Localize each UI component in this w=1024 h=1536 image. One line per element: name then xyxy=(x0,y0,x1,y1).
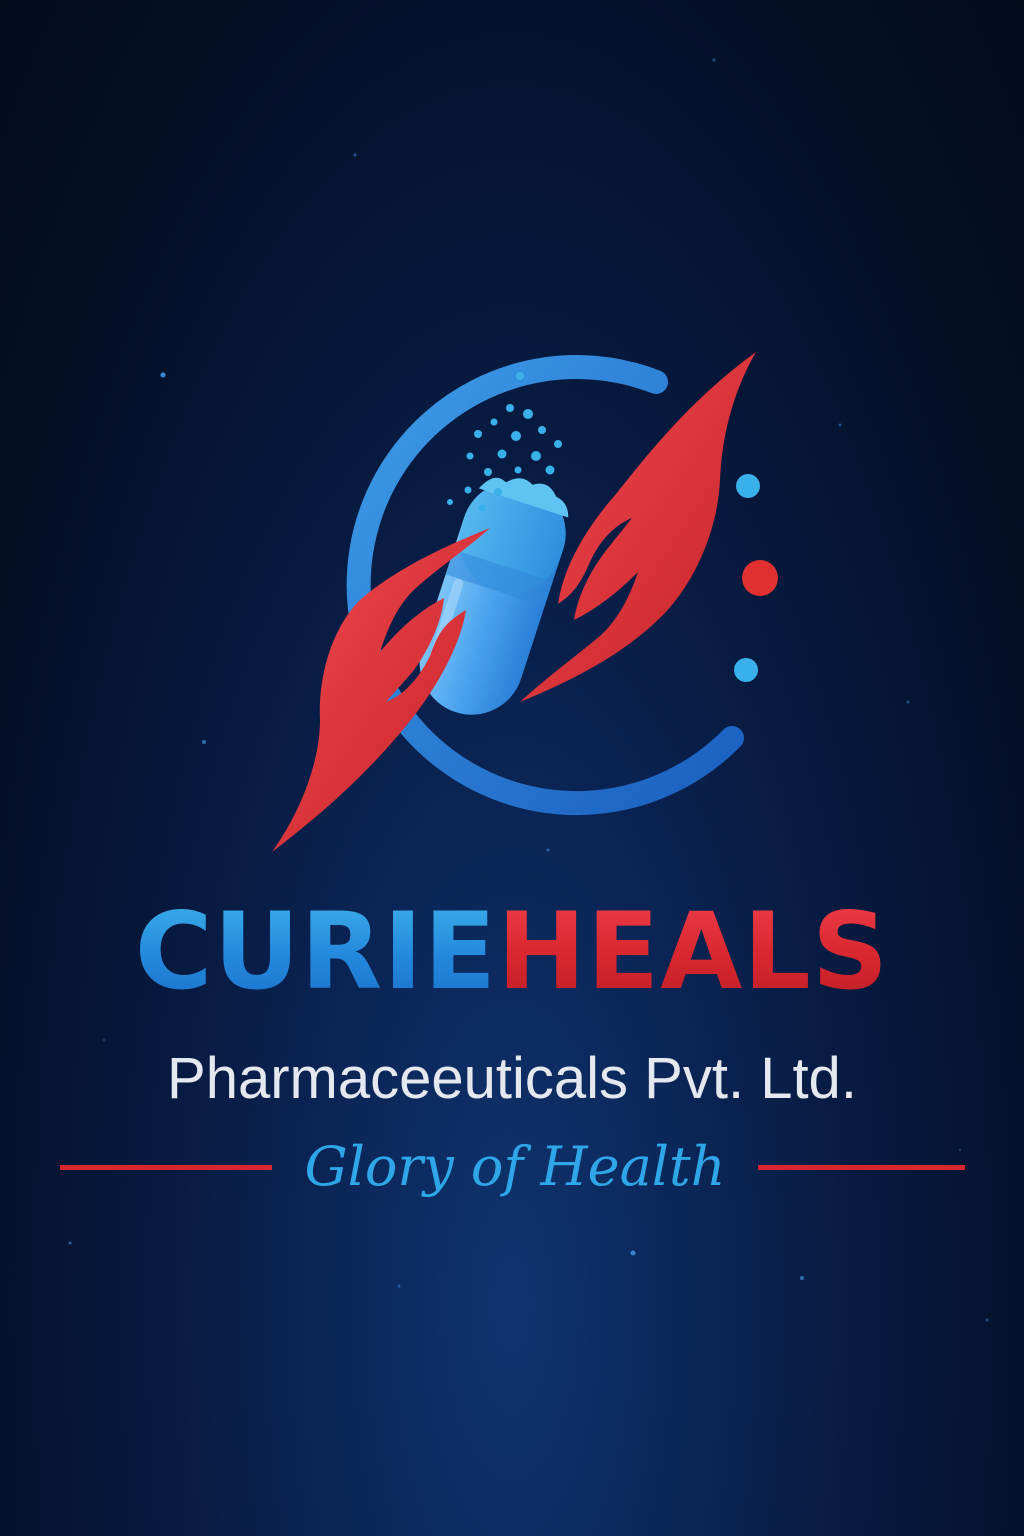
tagline-row: Glory of Health xyxy=(60,1130,965,1204)
brand-wordmark: CURIEHEALS xyxy=(0,892,1024,1012)
tagline-divider-left xyxy=(60,1165,272,1170)
brand-name-part-1: CURIE xyxy=(134,890,498,1013)
hands-holding-capsule-icon xyxy=(272,352,778,852)
tagline-divider-right xyxy=(758,1165,965,1170)
tagline: Glory of Health xyxy=(304,1135,726,1198)
company-name: Pharmaceeuticals Pvt. Ltd. xyxy=(167,1046,857,1111)
brand-name-part-2: HEALS xyxy=(497,890,890,1013)
